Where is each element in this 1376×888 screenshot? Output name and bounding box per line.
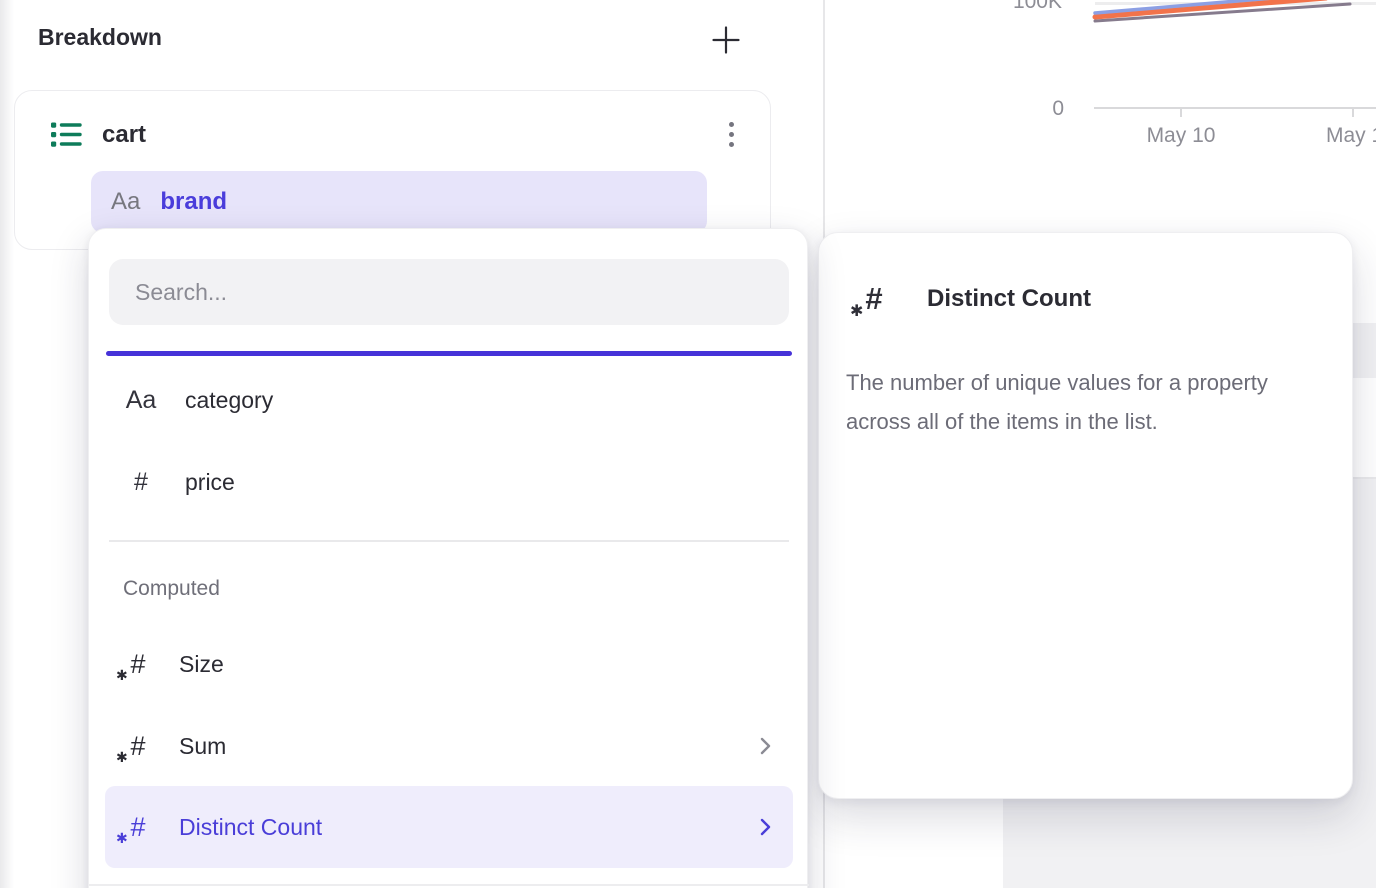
kebab-icon bbox=[729, 122, 734, 127]
y-tick-label-100k: 100K bbox=[1000, 0, 1062, 14]
tooltip-title: Distinct Count bbox=[927, 285, 1091, 313]
selected-item-indicator bbox=[106, 351, 792, 356]
item-label: Sum bbox=[179, 733, 226, 760]
plus-icon bbox=[712, 26, 740, 54]
brand-chip-label: brand bbox=[160, 188, 227, 216]
computed-number-icon: ✱ # bbox=[123, 810, 153, 844]
dropdown-item-sum[interactable]: ✱ # Sum bbox=[105, 715, 793, 777]
item-label: price bbox=[185, 469, 235, 496]
x-axis-line bbox=[1094, 107, 1376, 109]
text-property-icon: Aa bbox=[111, 188, 140, 216]
distinct-count-tooltip: ✱ # Distinct Count The number of unique … bbox=[818, 232, 1353, 799]
brand-property-chip[interactable]: Aa brand bbox=[91, 171, 707, 233]
cart-list-name: cart bbox=[102, 121, 146, 149]
property-dropdown: Aa category # price Computed ✱ # Size ✱ … bbox=[88, 228, 808, 888]
search-input[interactable] bbox=[109, 259, 789, 325]
x-tick-label-may10: May 10 bbox=[1131, 124, 1231, 148]
computed-number-icon: ✱ # bbox=[123, 647, 153, 681]
chevron-right-icon bbox=[760, 818, 771, 836]
left-edge-shadow bbox=[0, 0, 14, 888]
computed-number-icon: ✱ # bbox=[123, 729, 153, 763]
item-label: category bbox=[185, 387, 273, 414]
computed-number-icon: ✱ # bbox=[859, 282, 889, 316]
add-breakdown-button[interactable] bbox=[702, 16, 750, 64]
x-tick-may10 bbox=[1180, 108, 1182, 117]
dropdown-item-distinct-count[interactable]: ✱ # Distinct Count bbox=[105, 786, 793, 868]
insights-screen: 100K 0 May 10 May 1 Breakdown bbox=[0, 0, 1376, 888]
dropdown-item-category[interactable]: Aa category bbox=[105, 369, 793, 431]
line-chart bbox=[1088, 0, 1376, 30]
text-property-icon: Aa bbox=[123, 386, 159, 415]
tooltip-header: ✱ # Distinct Count bbox=[859, 275, 1091, 323]
item-label: Size bbox=[179, 651, 224, 678]
breakdown-section-title: Breakdown bbox=[38, 24, 162, 51]
x-tick-may1 bbox=[1352, 108, 1354, 117]
list-property-icon bbox=[51, 121, 82, 149]
cart-more-options-button[interactable] bbox=[714, 105, 748, 163]
cart-row: cart bbox=[51, 107, 146, 163]
tooltip-description: The number of unique values for a proper… bbox=[846, 363, 1331, 441]
dropdown-item-size[interactable]: ✱ # Size bbox=[105, 633, 793, 695]
dropdown-item-price[interactable]: # price bbox=[105, 451, 793, 513]
breakdown-cart-card: cart Aa brand bbox=[14, 90, 771, 250]
chevron-right-icon bbox=[760, 737, 771, 755]
number-property-icon: # bbox=[123, 468, 159, 497]
dropdown-divider bbox=[109, 540, 789, 542]
computed-section-label: Computed bbox=[123, 577, 220, 601]
x-tick-label-may1: May 1 bbox=[1326, 124, 1376, 148]
dropdown-divider bbox=[89, 884, 809, 886]
item-label: Distinct Count bbox=[179, 814, 322, 841]
y-tick-label-0: 0 bbox=[1020, 97, 1064, 121]
